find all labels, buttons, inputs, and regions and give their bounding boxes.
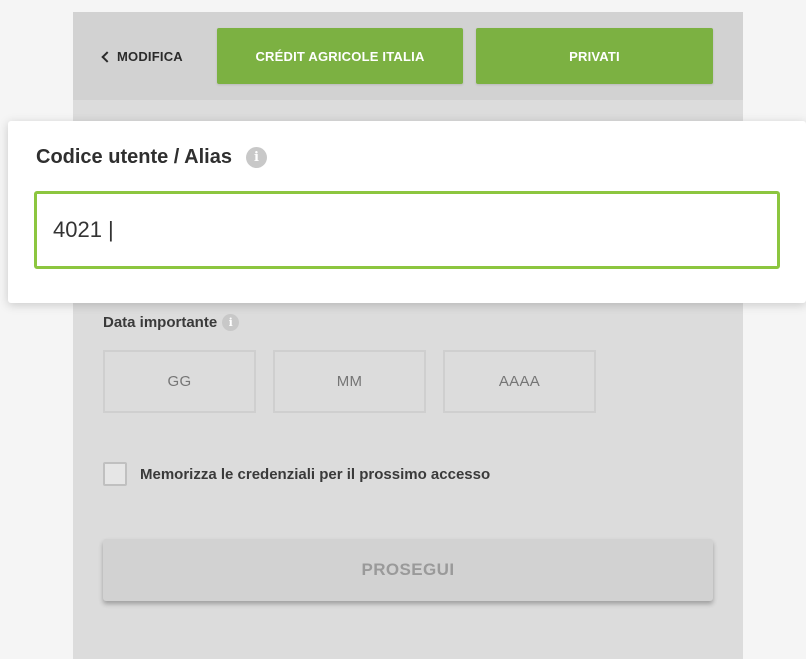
- segment-button[interactable]: PRIVATI: [476, 28, 713, 84]
- date-label-text: Data importante: [103, 314, 218, 331]
- login-screen: MODIFICA CRÉDIT AGRICOLE ITALIA PRIVATI …: [0, 0, 806, 659]
- info-icon[interactable]: i: [222, 314, 240, 331]
- month-input[interactable]: [273, 350, 426, 413]
- info-icon[interactable]: i: [245, 147, 267, 168]
- remember-checkbox[interactable]: [103, 462, 127, 486]
- proceed-button[interactable]: PROSEGUI: [103, 539, 713, 601]
- back-button[interactable]: MODIFICA: [101, 44, 183, 68]
- user-code-label: Codice utente / Alias i: [36, 146, 267, 169]
- header-bar: MODIFICA CRÉDIT AGRICOLE ITALIA PRIVATI: [73, 12, 743, 100]
- user-code-input[interactable]: [34, 191, 780, 269]
- bank-button[interactable]: CRÉDIT AGRICOLE ITALIA: [217, 28, 463, 84]
- remember-label[interactable]: Memorizza le credenziali per il prossimo…: [140, 466, 490, 483]
- user-code-panel: Codice utente / Alias i: [8, 121, 806, 303]
- date-field-label: Data importante i: [103, 314, 240, 331]
- chevron-left-icon: [101, 50, 113, 63]
- user-code-label-text: Codice utente / Alias: [36, 146, 232, 168]
- year-input[interactable]: [443, 350, 596, 413]
- day-input[interactable]: [103, 350, 256, 413]
- back-label: MODIFICA: [117, 48, 183, 64]
- remember-row: Memorizza le credenziali per il prossimo…: [103, 462, 490, 486]
- login-card: MODIFICA CRÉDIT AGRICOLE ITALIA PRIVATI …: [73, 12, 743, 659]
